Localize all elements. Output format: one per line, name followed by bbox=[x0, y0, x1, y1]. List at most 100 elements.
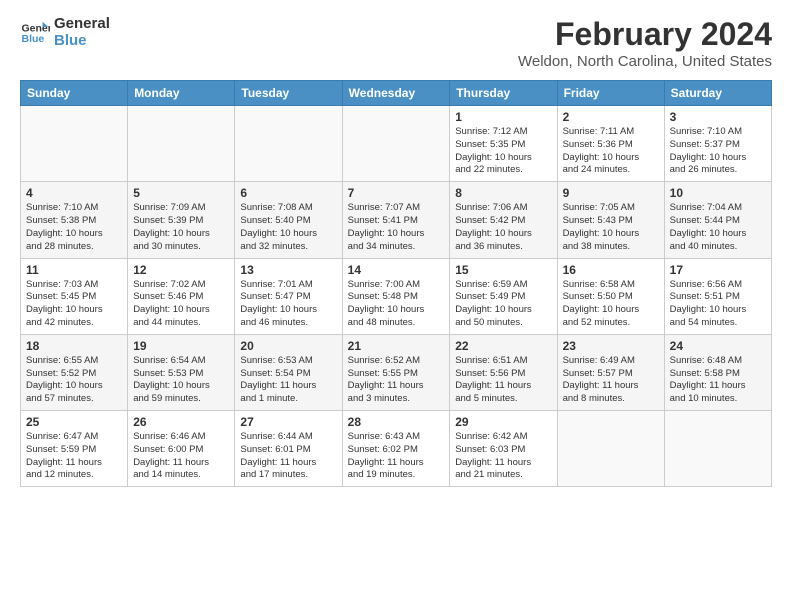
day-cell: 11Sunrise: 7:03 AM Sunset: 5:45 PM Dayli… bbox=[21, 258, 128, 334]
day-number: 4 bbox=[26, 186, 122, 200]
day-number: 10 bbox=[670, 186, 766, 200]
day-info: Sunrise: 6:52 AM Sunset: 5:55 PM Dayligh… bbox=[348, 355, 445, 406]
day-number: 15 bbox=[455, 263, 551, 277]
logo-blue: Blue bbox=[54, 33, 110, 50]
day-number: 8 bbox=[455, 186, 551, 200]
day-number: 19 bbox=[133, 339, 229, 353]
day-info: Sunrise: 6:47 AM Sunset: 5:59 PM Dayligh… bbox=[26, 431, 122, 482]
day-info: Sunrise: 7:12 AM Sunset: 5:35 PM Dayligh… bbox=[455, 126, 551, 177]
logo: General Blue General Blue bbox=[20, 16, 110, 49]
day-number: 16 bbox=[563, 263, 659, 277]
day-number: 7 bbox=[348, 186, 445, 200]
day-number: 2 bbox=[563, 110, 659, 124]
day-number: 21 bbox=[348, 339, 445, 353]
location-title: Weldon, North Carolina, United States bbox=[518, 53, 772, 70]
weekday-header-monday: Monday bbox=[128, 81, 235, 106]
day-cell: 13Sunrise: 7:01 AM Sunset: 5:47 PM Dayli… bbox=[235, 258, 342, 334]
weekday-header-saturday: Saturday bbox=[664, 81, 771, 106]
day-cell: 25Sunrise: 6:47 AM Sunset: 5:59 PM Dayli… bbox=[21, 411, 128, 487]
header: General Blue General Blue February 2024 … bbox=[20, 16, 772, 70]
day-cell: 1 Sunrise: 7:12 AM Sunset: 5:35 PM Daylig… bbox=[450, 106, 557, 182]
day-number: 27 bbox=[240, 415, 336, 429]
day-cell: 22Sunrise: 6:51 AM Sunset: 5:56 PM Dayli… bbox=[450, 334, 557, 410]
week-row-3: 11Sunrise: 7:03 AM Sunset: 5:45 PM Dayli… bbox=[21, 258, 772, 334]
weekday-header-tuesday: Tuesday bbox=[235, 81, 342, 106]
day-cell: 26Sunrise: 6:46 AM Sunset: 6:00 PM Dayli… bbox=[128, 411, 235, 487]
day-cell: 10 Sunrise: 7:04 AM Sunset: 5:44 PM Dayli… bbox=[664, 182, 771, 258]
day-info: Sunrise: 6:55 AM Sunset: 5:52 PM Dayligh… bbox=[26, 355, 122, 406]
weekday-header-friday: Friday bbox=[557, 81, 664, 106]
day-cell bbox=[664, 411, 771, 487]
day-info: Sunrise: 7:07 AM Sunset: 5:41 PM Dayligh… bbox=[348, 202, 445, 253]
day-info: Sunrise: 7:10 AM Sunset: 5:38 PM Dayligh… bbox=[26, 202, 122, 253]
day-number: 20 bbox=[240, 339, 336, 353]
day-cell: 15 Sunrise: 6:59 AM Sunset: 5:49 PM Dayli… bbox=[450, 258, 557, 334]
day-info: Sunrise: 7:10 AM Sunset: 5:37 PM Dayligh… bbox=[670, 126, 766, 177]
day-cell: 29Sunrise: 6:42 AM Sunset: 6:03 PM Dayli… bbox=[450, 411, 557, 487]
calendar: SundayMondayTuesdayWednesdayThursdayFrid… bbox=[20, 80, 772, 487]
day-info: Sunrise: 7:09 AM Sunset: 5:39 PM Dayligh… bbox=[133, 202, 229, 253]
day-number: 5 bbox=[133, 186, 229, 200]
day-info: Sunrise: 6:58 AM Sunset: 5:50 PM Dayligh… bbox=[563, 279, 659, 330]
day-info: Sunrise: 7:01 AM Sunset: 5:47 PM Dayligh… bbox=[240, 279, 336, 330]
day-info: Sunrise: 6:53 AM Sunset: 5:54 PM Dayligh… bbox=[240, 355, 336, 406]
weekday-header-row: SundayMondayTuesdayWednesdayThursdayFrid… bbox=[21, 81, 772, 106]
day-number: 12 bbox=[133, 263, 229, 277]
day-info: Sunrise: 7:08 AM Sunset: 5:40 PM Dayligh… bbox=[240, 202, 336, 253]
day-cell: 5 Sunrise: 7:09 AM Sunset: 5:39 PM Daylig… bbox=[128, 182, 235, 258]
title-section: February 2024 Weldon, North Carolina, Un… bbox=[518, 16, 772, 70]
day-cell: 4 Sunrise: 7:10 AM Sunset: 5:38 PM Daylig… bbox=[21, 182, 128, 258]
day-cell: 6 Sunrise: 7:08 AM Sunset: 5:40 PM Daylig… bbox=[235, 182, 342, 258]
day-cell: 28Sunrise: 6:43 AM Sunset: 6:02 PM Dayli… bbox=[342, 411, 450, 487]
day-info: Sunrise: 7:06 AM Sunset: 5:42 PM Dayligh… bbox=[455, 202, 551, 253]
day-info: Sunrise: 6:48 AM Sunset: 5:58 PM Dayligh… bbox=[670, 355, 766, 406]
day-info: Sunrise: 6:49 AM Sunset: 5:57 PM Dayligh… bbox=[563, 355, 659, 406]
logo-general: General bbox=[54, 16, 110, 33]
day-cell bbox=[557, 411, 664, 487]
day-cell: 8 Sunrise: 7:06 AM Sunset: 5:42 PM Daylig… bbox=[450, 182, 557, 258]
day-number: 17 bbox=[670, 263, 766, 277]
week-row-4: 18 Sunrise: 6:55 AM Sunset: 5:52 PM Dayli… bbox=[21, 334, 772, 410]
week-row-1: 1 Sunrise: 7:12 AM Sunset: 5:35 PM Daylig… bbox=[21, 106, 772, 182]
day-info: Sunrise: 7:04 AM Sunset: 5:44 PM Dayligh… bbox=[670, 202, 766, 253]
day-number: 29 bbox=[455, 415, 551, 429]
day-cell: 2 Sunrise: 7:11 AM Sunset: 5:36 PM Daylig… bbox=[557, 106, 664, 182]
day-info: Sunrise: 7:02 AM Sunset: 5:46 PM Dayligh… bbox=[133, 279, 229, 330]
day-cell: 19 Sunrise: 6:54 AM Sunset: 5:53 PM Dayli… bbox=[128, 334, 235, 410]
day-number: 23 bbox=[563, 339, 659, 353]
weekday-header-sunday: Sunday bbox=[21, 81, 128, 106]
day-cell: 7 Sunrise: 7:07 AM Sunset: 5:41 PM Daylig… bbox=[342, 182, 450, 258]
day-number: 3 bbox=[670, 110, 766, 124]
day-cell: 3 Sunrise: 7:10 AM Sunset: 5:37 PM Daylig… bbox=[664, 106, 771, 182]
day-info: Sunrise: 6:54 AM Sunset: 5:53 PM Dayligh… bbox=[133, 355, 229, 406]
weekday-header-wednesday: Wednesday bbox=[342, 81, 450, 106]
day-info: Sunrise: 7:05 AM Sunset: 5:43 PM Dayligh… bbox=[563, 202, 659, 253]
logo-icon: General Blue bbox=[20, 18, 50, 48]
day-cell bbox=[342, 106, 450, 182]
day-cell: 18 Sunrise: 6:55 AM Sunset: 5:52 PM Dayli… bbox=[21, 334, 128, 410]
day-cell: 16 Sunrise: 6:58 AM Sunset: 5:50 PM Dayli… bbox=[557, 258, 664, 334]
day-number: 28 bbox=[348, 415, 445, 429]
day-cell: 14Sunrise: 7:00 AM Sunset: 5:48 PM Dayli… bbox=[342, 258, 450, 334]
day-number: 22 bbox=[455, 339, 551, 353]
day-info: Sunrise: 6:56 AM Sunset: 5:51 PM Dayligh… bbox=[670, 279, 766, 330]
day-number: 18 bbox=[26, 339, 122, 353]
day-info: Sunrise: 7:03 AM Sunset: 5:45 PM Dayligh… bbox=[26, 279, 122, 330]
day-cell bbox=[21, 106, 128, 182]
day-cell: 9Sunrise: 7:05 AM Sunset: 5:43 PM Daylig… bbox=[557, 182, 664, 258]
day-cell: 20 Sunrise: 6:53 AM Sunset: 5:54 PM Dayli… bbox=[235, 334, 342, 410]
day-cell: 21 Sunrise: 6:52 AM Sunset: 5:55 PM Dayli… bbox=[342, 334, 450, 410]
day-cell bbox=[128, 106, 235, 182]
svg-text:Blue: Blue bbox=[22, 33, 45, 45]
day-number: 1 bbox=[455, 110, 551, 124]
day-info: Sunrise: 6:59 AM Sunset: 5:49 PM Dayligh… bbox=[455, 279, 551, 330]
weekday-header-thursday: Thursday bbox=[450, 81, 557, 106]
day-info: Sunrise: 7:11 AM Sunset: 5:36 PM Dayligh… bbox=[563, 126, 659, 177]
day-number: 6 bbox=[240, 186, 336, 200]
week-row-5: 25Sunrise: 6:47 AM Sunset: 5:59 PM Dayli… bbox=[21, 411, 772, 487]
day-number: 24 bbox=[670, 339, 766, 353]
day-cell: 24 Sunrise: 6:48 AM Sunset: 5:58 PM Dayli… bbox=[664, 334, 771, 410]
day-number: 14 bbox=[348, 263, 445, 277]
day-cell: 17 Sunrise: 6:56 AM Sunset: 5:51 PM Dayli… bbox=[664, 258, 771, 334]
month-title: February 2024 bbox=[518, 16, 772, 53]
